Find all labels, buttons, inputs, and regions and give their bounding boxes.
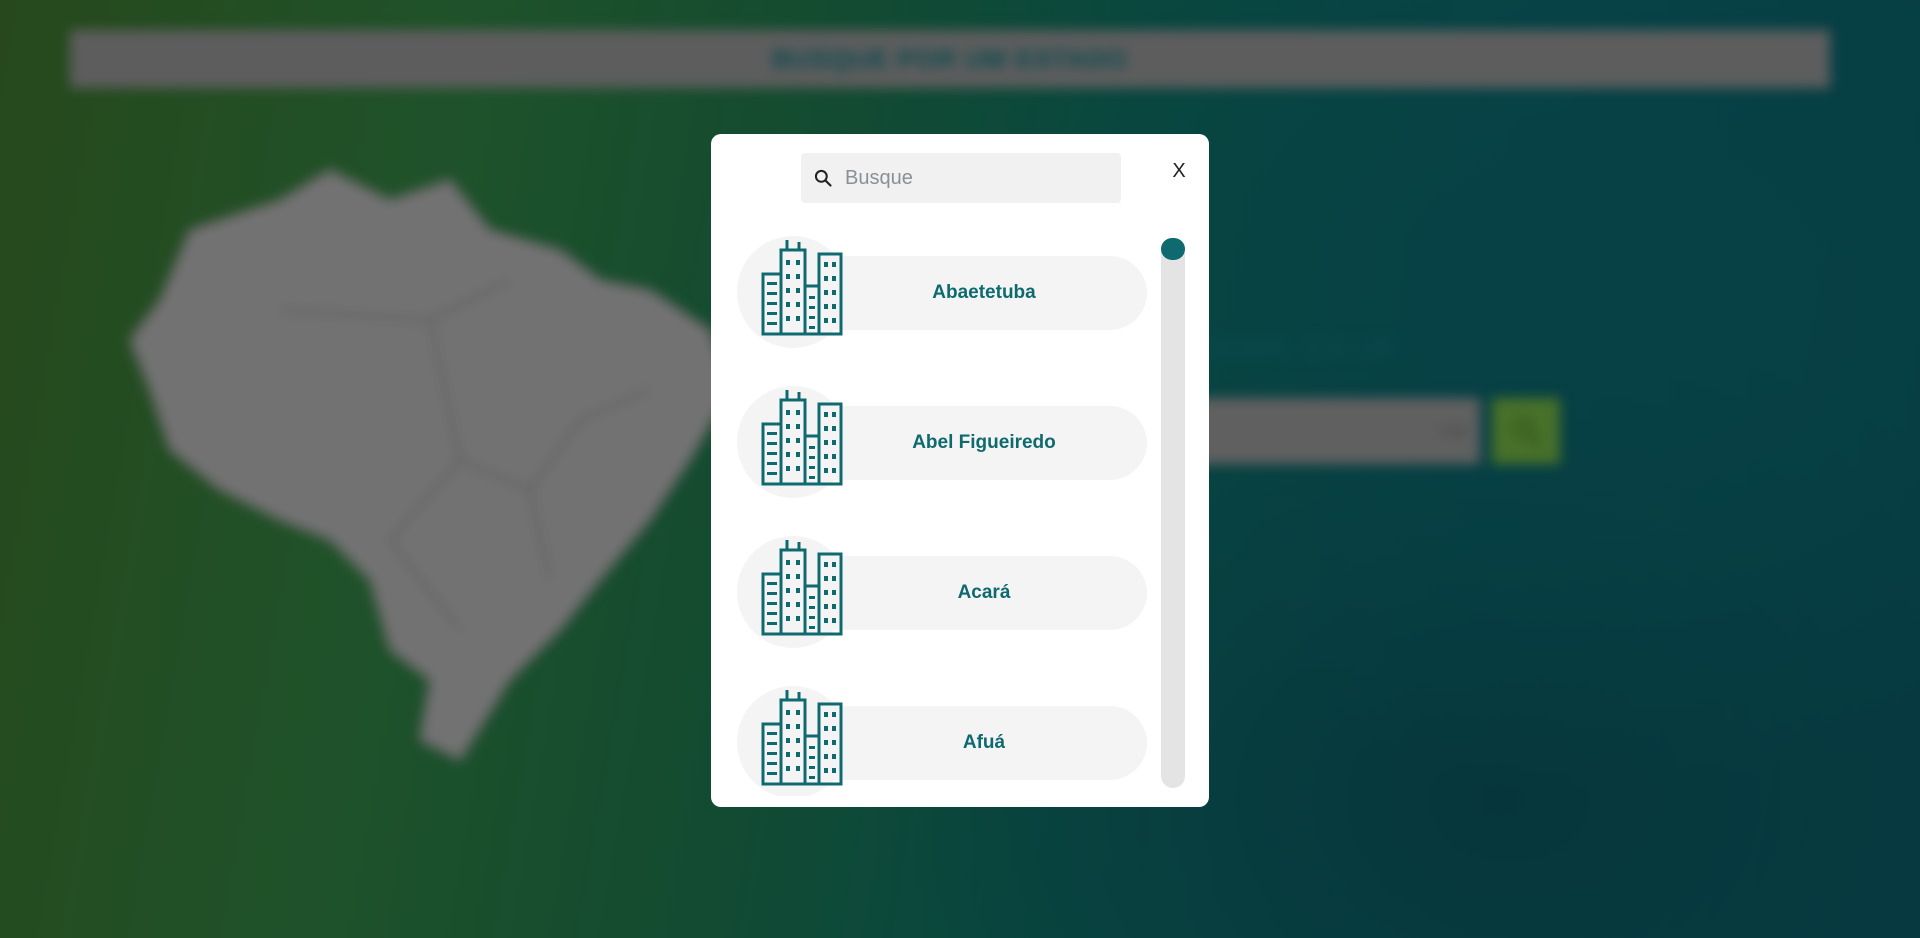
city-item[interactable]: Afuá xyxy=(737,686,1147,796)
city-name: Afuá xyxy=(962,732,1006,753)
city-name: Acará xyxy=(957,582,1011,603)
search-input[interactable] xyxy=(843,165,1107,191)
city-item[interactable]: Acará xyxy=(737,536,1147,648)
search-icon xyxy=(813,168,833,188)
close-button[interactable]: X xyxy=(1166,158,1192,184)
building-icon xyxy=(761,240,843,336)
city-name: Abaetetuba xyxy=(932,282,1036,303)
close-icon: X xyxy=(1172,159,1186,182)
city-item[interactable]: Abel Figueiredo xyxy=(737,386,1147,498)
city-item[interactable]: Abaetetuba xyxy=(737,236,1147,348)
building-icon xyxy=(761,390,843,486)
city-picker-modal: X xyxy=(711,134,1209,807)
search-box xyxy=(801,153,1121,203)
city-list: Abaetetuba Abel Figueiredo Acará Afuá xyxy=(737,236,1147,796)
building-icon xyxy=(761,690,843,786)
scrollbar-track[interactable] xyxy=(1161,238,1185,788)
building-icon xyxy=(761,540,843,636)
city-name: Abel Figueiredo xyxy=(912,432,1056,453)
scrollbar-thumb[interactable] xyxy=(1161,238,1185,260)
